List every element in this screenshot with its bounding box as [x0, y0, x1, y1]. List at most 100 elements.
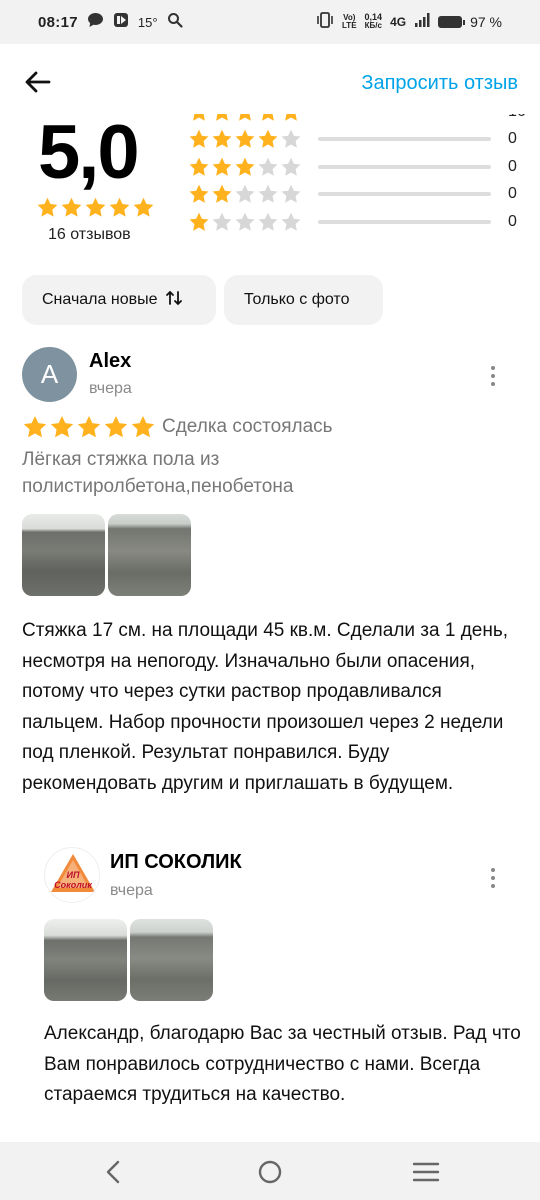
net-type: 4G [390, 14, 407, 29]
sort-newest-label: Сначала новые [42, 291, 158, 308]
review-service: Лёгкая стяжка пола из полистиролбетона,п… [22, 449, 294, 497]
reply-date: вчера [110, 882, 153, 899]
star-icon [193, 114, 205, 121]
net-speed: 0,14 КБ/с [365, 13, 383, 30]
rating-bar [318, 192, 491, 197]
star-icon [133, 197, 154, 217]
review-text: Стяжка 17 см. на площади 45 кв.м. Сделал… [22, 620, 509, 794]
star-icon [189, 184, 209, 203]
star-icon [131, 415, 155, 438]
star-icon [281, 184, 301, 203]
star-icon [216, 114, 228, 121]
photo-only-chip[interactable]: Только с фото [224, 275, 383, 325]
star-icon [37, 197, 58, 217]
more-vertical-icon[interactable] [488, 366, 498, 390]
star-icon [258, 212, 278, 231]
star-icon [281, 212, 301, 231]
star-icon [235, 129, 255, 148]
nav-back-icon[interactable] [98, 1156, 130, 1188]
rating-row-stars [188, 183, 304, 205]
system-navigation-bar [0, 1142, 540, 1200]
vibrate-icon [316, 12, 334, 31]
request-review-link[interactable]: Запросить отзыв [361, 72, 518, 95]
rating-row-3: 0 [188, 153, 528, 181]
star-icon [77, 415, 101, 438]
concrete-floor-photo-3 [44, 919, 127, 1001]
star-icon [212, 157, 232, 176]
volte-indicator: Vo) LTE [342, 13, 357, 30]
review-count: 16 отзывов [48, 226, 131, 243]
rating-summary: 5,0 16 отзывов 16 0 0 0 0 [0, 114, 540, 259]
photo-only-label: Только с фото [244, 291, 350, 308]
average-stars [36, 196, 155, 219]
star-icon [189, 212, 209, 231]
deal-status: Сделка состоялась [162, 416, 333, 437]
review-rating-stars [22, 414, 156, 440]
reply-photo[interactable] [130, 919, 213, 1001]
star-icon [281, 157, 301, 176]
chat-bubble-icon [87, 12, 104, 32]
star-icon [189, 129, 209, 148]
rating-row-count: 0 [508, 212, 517, 230]
star-icon [235, 157, 255, 176]
star-icon [262, 114, 274, 121]
star-icon [281, 129, 301, 148]
concrete-floor-photo-4 [130, 919, 213, 1001]
star-icon [109, 197, 130, 217]
more-vertical-icon[interactable] [488, 868, 498, 892]
rating-bar [318, 164, 491, 169]
concrete-floor-photo-1 [22, 514, 105, 596]
media-player-icon [113, 12, 129, 32]
star-icon [85, 197, 106, 217]
rating-row-stars [188, 128, 304, 150]
rating-bar [318, 219, 491, 224]
rating-row-5: 16 [188, 114, 528, 126]
star-icon [235, 184, 255, 203]
battery-level: 97 % [470, 13, 502, 30]
review-photo[interactable] [22, 514, 105, 596]
reply-text: Александр, благодарю Вас за честный отзы… [44, 1023, 521, 1105]
rating-row-count: 0 [508, 185, 517, 203]
avatar-letter: A [40, 359, 59, 389]
reply-photo[interactable] [44, 919, 127, 1001]
battery-icon [438, 15, 466, 28]
sort-arrows-icon [165, 290, 183, 310]
review-date: вчера [89, 380, 132, 397]
nav-menu-icon[interactable] [410, 1156, 442, 1188]
star-icon [235, 212, 255, 231]
volte-bottom: LTE [342, 20, 357, 30]
star-icon [212, 184, 232, 203]
company-logo[interactable]: ИП Соколик [44, 847, 100, 903]
rating-row-stars [188, 211, 304, 233]
star-icon [258, 129, 278, 148]
star-icon [189, 157, 209, 176]
rating-row-count: 16 [508, 114, 526, 121]
app-header: Запросить отзыв [0, 44, 540, 114]
review-photo[interactable] [108, 514, 191, 596]
star-icon [104, 415, 128, 438]
rating-row-4: 0 [188, 126, 528, 154]
star-icon [212, 212, 232, 231]
rating-row-count: 0 [508, 157, 517, 175]
logo-text-bottom: Соколик [54, 880, 92, 890]
rating-bar [318, 137, 491, 142]
star-icon [258, 184, 278, 203]
reply-author[interactable]: ИП СОКОЛИК [110, 851, 242, 874]
star-icon [50, 415, 74, 438]
star-icon [61, 197, 82, 217]
nav-home-icon[interactable] [254, 1156, 286, 1188]
star-icon [239, 114, 251, 121]
avatar[interactable]: A [22, 347, 77, 402]
status-time: 08:17 [38, 13, 78, 31]
average-score: 5,0 [38, 114, 140, 195]
status-bar: 08:17 15° Vo) LTE 0,14 КБ/с 4G 97 % [0, 0, 540, 44]
logo-text-top: ИП [67, 870, 80, 880]
sort-newest-chip[interactable]: Сначала новые [22, 275, 216, 325]
review-author[interactable]: Alex [89, 350, 131, 373]
arrow-left-icon[interactable] [22, 66, 54, 98]
search-icon [167, 12, 183, 32]
net-speed-unit: КБ/с [364, 21, 382, 30]
star-icon [23, 415, 47, 438]
rating-row-stars [188, 114, 304, 123]
rating-row-stars [188, 156, 304, 178]
